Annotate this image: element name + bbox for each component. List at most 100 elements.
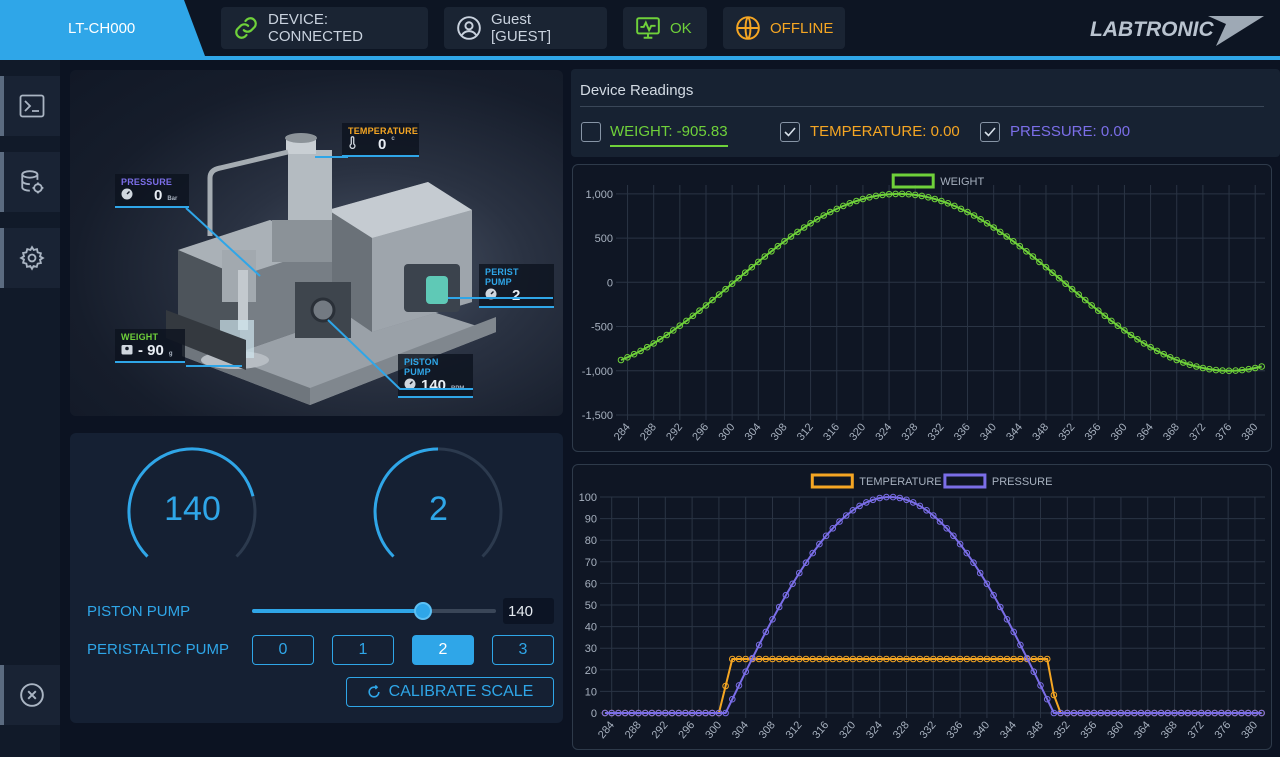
- network-status-label: OFFLINE: [770, 19, 834, 37]
- x-tick-label: 304: [743, 421, 764, 443]
- x-tick-label: 304: [730, 719, 751, 741]
- y-tick-label: 90: [585, 514, 597, 526]
- close-circle-icon: [20, 683, 44, 707]
- network-status-button[interactable]: OFFLINE: [723, 7, 845, 49]
- x-tick-label: 336: [944, 719, 965, 741]
- x-tick-label: 296: [676, 719, 697, 741]
- x-tick-label: 368: [1161, 421, 1182, 443]
- legend-swatch: [943, 473, 987, 489]
- user-label: Guest [GUEST]: [491, 11, 552, 45]
- check-icon: [984, 127, 996, 137]
- database-icon: [21, 170, 44, 194]
- temp-pressure-chart: 284 288 292 296 300 304 308 312 316 320 324 328 332 3…: [579, 473, 1265, 741]
- x-tick-label: 324: [873, 421, 894, 443]
- x-tick-label: 340: [971, 719, 992, 741]
- health-status-label: OK: [670, 19, 692, 37]
- globe-icon: [736, 16, 760, 40]
- device-id: LT-CH000: [68, 19, 136, 37]
- x-tick-label: 344: [1004, 421, 1025, 443]
- x-tick-label: 376: [1212, 719, 1233, 741]
- perist-option-1[interactable]: 1: [332, 635, 394, 665]
- x-tick-label: 328: [900, 421, 921, 443]
- perist-gauge-value: 2: [429, 490, 448, 528]
- x-tick-label: 368: [1159, 719, 1180, 741]
- y-tick-label: 20: [585, 665, 597, 677]
- y-tick-label: 100: [579, 492, 597, 504]
- x-tick-label: 284: [612, 421, 633, 443]
- check-icon: [784, 127, 796, 137]
- gear-icon: [19, 245, 45, 271]
- x-tick-label: 316: [821, 421, 842, 443]
- temperature-checkbox[interactable]: [780, 122, 800, 142]
- y-tick-label: 1,000: [585, 189, 613, 201]
- sidebar-item-settings[interactable]: [0, 228, 60, 288]
- weight-chart-panel: 284 288 292 296 300 304 308 312 316 320 324 328 332 3…: [572, 164, 1272, 452]
- x-tick-label: 352: [1056, 421, 1077, 443]
- readings-title: Device Readings: [580, 82, 694, 99]
- x-tick-label: 312: [795, 421, 816, 443]
- x-tick-label: 372: [1187, 421, 1208, 443]
- x-tick-label: 344: [998, 719, 1019, 741]
- x-tick-label: 292: [664, 421, 685, 443]
- sidebar-item-terminal[interactable]: [0, 76, 60, 136]
- legend-swatch: [891, 173, 935, 189]
- weight-chart: 284 288 292 296 300 304 308 312 316 320 324 328 332 3…: [582, 173, 1266, 443]
- x-tick-label: 372: [1186, 719, 1207, 741]
- user-button[interactable]: Guest [GUEST]: [444, 7, 607, 49]
- piston-slider-value-input[interactable]: 140: [503, 598, 554, 624]
- x-tick-label: 348: [1030, 421, 1051, 443]
- x-tick-label: 288: [638, 421, 659, 443]
- x-tick-label: 284: [596, 719, 617, 741]
- x-tick-label: 308: [757, 719, 778, 741]
- x-tick-label: 348: [1025, 719, 1046, 741]
- x-tick-label: 320: [837, 719, 858, 741]
- sidebar-item-disconnect[interactable]: [0, 665, 60, 725]
- y-tick-label: 30: [585, 643, 597, 655]
- health-status-button[interactable]: OK: [623, 7, 707, 49]
- legend-label: TEMPERATURE: [859, 476, 941, 488]
- piston-slider-track[interactable]: [252, 609, 496, 613]
- device-status-button[interactable]: DEVICE: CONNECTED: [221, 7, 428, 49]
- monitor-pulse-icon: [636, 17, 660, 39]
- x-tick-label: 364: [1132, 719, 1153, 741]
- x-tick-label: 360: [1105, 719, 1126, 741]
- legend-swatch: [810, 473, 854, 489]
- weight-checkbox[interactable]: [581, 122, 601, 142]
- device-id-tab[interactable]: LT-CH000: [0, 0, 205, 56]
- x-tick-label: 332: [918, 719, 939, 741]
- x-tick-label: 376: [1213, 421, 1234, 443]
- y-tick-label: 0: [591, 708, 597, 720]
- x-tick-label: 360: [1109, 421, 1130, 443]
- y-tick-label: 50: [585, 600, 597, 612]
- x-tick-label: 292: [650, 719, 671, 741]
- piston-slider-fill: [252, 609, 423, 613]
- x-tick-label: 380: [1239, 719, 1260, 741]
- y-tick-label: -1,000: [582, 366, 613, 378]
- y-tick-label: 60: [585, 578, 597, 590]
- terminal-icon: [19, 94, 45, 118]
- piston-slider-thumb[interactable]: [413, 602, 432, 620]
- perist-option-3[interactable]: 3: [492, 635, 554, 665]
- x-tick-label: 312: [784, 719, 805, 741]
- labtronic-logo: LABTRONIC: [1090, 16, 1264, 46]
- weight-reading: WEIGHT: -905.83: [610, 123, 728, 147]
- piston-gauge-value: 140: [164, 490, 221, 528]
- perist-option-0[interactable]: 0: [252, 635, 314, 665]
- x-tick-label: 332: [926, 421, 947, 443]
- sidebar-item-database[interactable]: [0, 152, 60, 212]
- x-tick-label: 336: [952, 421, 973, 443]
- y-tick-label: -1,500: [582, 410, 613, 422]
- x-tick-label: 352: [1052, 719, 1073, 741]
- pressure-checkbox[interactable]: [980, 122, 1000, 142]
- x-tick-label: 288: [623, 719, 644, 741]
- temperature-reading: TEMPERATURE: 0.00: [810, 123, 960, 140]
- x-tick-label: 324: [864, 719, 885, 741]
- callout-leader-lines: [185, 156, 553, 390]
- x-tick-label: 364: [1135, 421, 1156, 443]
- logo-text: LABTRONIC: [1090, 18, 1214, 41]
- piston-pump-label: PISTON PUMP: [87, 603, 191, 620]
- calibrate-scale-button[interactable]: CALIBRATE SCALE: [346, 677, 554, 707]
- x-tick-label: 320: [847, 421, 868, 443]
- perist-option-2[interactable]: 2: [412, 635, 474, 665]
- y-tick-label: 0: [607, 277, 613, 289]
